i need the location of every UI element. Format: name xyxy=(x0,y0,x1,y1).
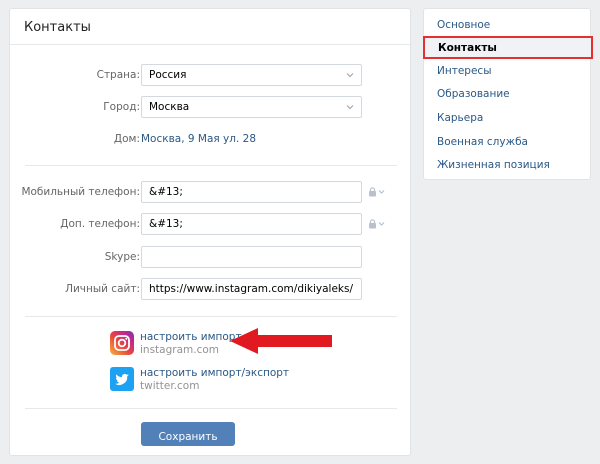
menu-item-main[interactable]: Основное xyxy=(424,14,590,37)
menu-item-career[interactable]: Карьера xyxy=(424,107,590,130)
divider xyxy=(25,316,397,317)
instagram-import-link[interactable]: настроить импорт xyxy=(140,331,242,343)
country-value: Россия xyxy=(149,69,187,81)
settings-menu: Основное Контакты Интересы Образование К… xyxy=(423,8,593,180)
save-button[interactable]: Сохранить xyxy=(141,422,235,446)
chevron-down-icon xyxy=(346,105,354,110)
home-label: Дом: xyxy=(113,133,140,145)
lock-privacy-icon[interactable] xyxy=(368,187,386,197)
country-label: Страна: xyxy=(96,69,140,81)
chevron-down-icon xyxy=(346,73,354,78)
twitter-icon xyxy=(110,367,134,391)
home-address-link[interactable]: Москва, 9 Мая ул. 28 xyxy=(141,133,256,145)
website-row: Личный сайт: https://www.instagram.com/d… xyxy=(10,278,412,300)
country-row: Страна: Россия xyxy=(10,64,412,86)
instagram-domain: instagram.com xyxy=(140,344,220,356)
city-select[interactable]: Москва xyxy=(141,96,362,118)
instagram-icon xyxy=(110,331,134,355)
website-input[interactable]: https://www.instagram.com/dikiyaleks/ xyxy=(141,278,362,300)
menu-item-life-position[interactable]: Жизненная позиция xyxy=(424,154,590,177)
skype-input[interactable] xyxy=(141,246,362,268)
skype-row: Skype: xyxy=(10,246,412,268)
mobile-row: Мобильный телефон: &#13; xyxy=(10,181,412,203)
divider xyxy=(25,165,397,166)
mobile-label: Мобильный телефон: xyxy=(21,186,140,198)
twitter-domain: twitter.com xyxy=(140,380,200,392)
menu-item-military[interactable]: Военная служба xyxy=(424,131,590,154)
extra-phone-row: Доп. телефон: &#13; xyxy=(10,213,412,235)
menu-item-contacts[interactable]: Контакты xyxy=(423,36,593,59)
menu-item-interests[interactable]: Интересы xyxy=(424,60,590,83)
city-value: Москва xyxy=(149,101,190,113)
city-row: Город: Москва xyxy=(10,96,412,118)
city-label: Город: xyxy=(103,101,140,113)
panel-title: Контакты xyxy=(10,9,410,45)
skype-label: Skype: xyxy=(104,251,140,263)
twitter-import-export-link[interactable]: настроить импорт/экспорт xyxy=(140,367,289,379)
contacts-panel: Контакты Страна: Россия Город: Москва До… xyxy=(9,8,411,456)
home-row: Дом: Москва, 9 Мая ул. 28 xyxy=(10,128,412,150)
website-label: Личный сайт: xyxy=(65,283,140,295)
menu-item-education[interactable]: Образование xyxy=(424,83,590,106)
mobile-input[interactable]: &#13; xyxy=(141,181,362,203)
annotation-arrow-icon xyxy=(230,328,332,354)
extra-phone-label: Доп. телефон: xyxy=(60,218,140,230)
lock-privacy-icon[interactable] xyxy=(368,219,386,229)
extra-phone-input[interactable]: &#13; xyxy=(141,213,362,235)
country-select[interactable]: Россия xyxy=(141,64,362,86)
divider xyxy=(25,408,397,409)
